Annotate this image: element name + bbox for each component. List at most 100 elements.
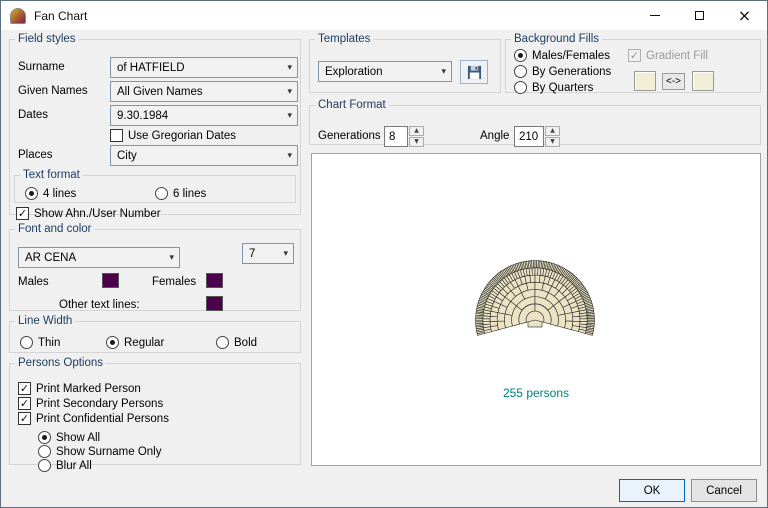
places-value: City <box>117 149 137 162</box>
maximize-icon <box>695 11 704 20</box>
places-select[interactable]: City ▾ <box>110 145 298 166</box>
line-width-label: Line Width <box>18 315 73 327</box>
places-label: Places <box>18 149 53 161</box>
persons-count-value: 255 <box>502 386 523 400</box>
persons-options-label: Persons Options <box>18 357 104 369</box>
checkbox-check-icon: ✓ <box>16 207 29 220</box>
radio-dot <box>514 49 527 62</box>
text-format-4-lines-radio[interactable]: 4 lines <box>25 187 76 200</box>
minimize-icon <box>649 15 660 16</box>
line-width-bold-label: Bold <box>234 336 258 349</box>
fill-color-2-swatch[interactable] <box>692 71 714 91</box>
print-marked-person-checkbox[interactable]: ✓ Print Marked Person <box>18 382 141 395</box>
chart-preview-panel: 255 persons <box>311 153 761 466</box>
blur-all-radio[interactable]: Blur All <box>38 459 92 472</box>
radio-dot <box>38 445 51 458</box>
swap-colors-button[interactable]: <-> <box>662 73 686 90</box>
surname-label: Surname <box>18 61 65 73</box>
radio-dot <box>155 187 168 200</box>
print-confidential-persons-checkbox[interactable]: ✓ Print Confidential Persons <box>18 412 169 425</box>
angle-down-button[interactable]: ▼ <box>545 137 560 147</box>
line-width-bold-radio[interactable]: Bold <box>216 336 257 349</box>
by-generations-radio[interactable]: By Generations <box>514 65 611 78</box>
given-names-select[interactable]: All Given Names ▾ <box>110 81 298 102</box>
print-confidential-persons-label: Print Confidential Persons <box>36 412 169 425</box>
minimize-button[interactable] <box>632 1 677 30</box>
text-format-6-lines-label: 6 lines <box>173 187 207 200</box>
checkbox-check-icon: ✓ <box>18 382 31 395</box>
males-color-swatch[interactable] <box>102 273 119 288</box>
females-label: Females <box>152 276 197 288</box>
angle-up-button[interactable]: ▲ <box>545 126 560 136</box>
show-surname-only-radio[interactable]: Show Surname Only <box>38 445 161 458</box>
save-template-button[interactable] <box>460 60 488 84</box>
up-arrow-icon: ▲ <box>550 127 555 134</box>
radio-dot <box>38 459 51 472</box>
checkbox-box <box>110 129 123 142</box>
close-button[interactable]: × <box>722 1 767 30</box>
females-color-swatch[interactable] <box>206 273 223 288</box>
males-females-label: Males/Females <box>532 49 610 62</box>
print-secondary-persons-checkbox[interactable]: ✓ Print Secondary Persons <box>18 397 163 410</box>
persons-count: 255 persons <box>312 386 760 400</box>
angle-input[interactable]: 210 <box>514 126 544 147</box>
dates-select[interactable]: 9.30.1984 ▾ <box>110 105 298 126</box>
other-text-lines-color-swatch[interactable] <box>206 296 223 311</box>
ok-button[interactable]: OK <box>619 479 685 502</box>
gradient-fill-label: Gradient Fill <box>646 49 708 62</box>
chart-format-label: Chart Format <box>318 99 386 111</box>
down-arrow-icon: ▼ <box>414 138 419 145</box>
font-and-color-group: Font and color AR CENA ▾ 7 ▾ Males Femal… <box>9 223 301 311</box>
surname-select[interactable]: of HATFIELD ▾ <box>110 57 298 78</box>
by-generations-label: By Generations <box>532 65 612 78</box>
generations-down-button[interactable]: ▼ <box>409 137 424 147</box>
radio-dot <box>20 336 33 349</box>
radio-dot <box>38 431 51 444</box>
radio-dot <box>514 65 527 78</box>
save-icon <box>467 65 481 79</box>
font-size-value: 7 <box>249 247 256 260</box>
radio-dot <box>106 336 119 349</box>
background-fills-group: Background Fills Males/Females By Genera… <box>505 33 761 94</box>
radio-dot <box>514 81 527 94</box>
generations-label: Generations <box>318 130 381 142</box>
maximize-button[interactable] <box>677 1 722 30</box>
generations-spinner: 8 ▲ ▼ <box>384 126 424 148</box>
show-ahn-user-number-checkbox[interactable]: ✓ Show Ahn./User Number <box>16 207 161 220</box>
cancel-button[interactable]: Cancel <box>691 479 757 502</box>
caption-buttons: × <box>632 1 767 30</box>
print-marked-person-label: Print Marked Person <box>36 382 141 395</box>
show-all-radio[interactable]: Show All <box>38 431 100 444</box>
fill-color-1-swatch[interactable] <box>634 71 656 91</box>
show-all-label: Show All <box>56 431 101 444</box>
templates-select[interactable]: Exploration ▾ <box>318 61 452 82</box>
checkbox-check-icon: ✓ <box>18 412 31 425</box>
font-size-select[interactable]: 7 ▾ <box>242 243 294 264</box>
window-title: Fan Chart <box>34 8 88 23</box>
chevron-down-icon: ▾ <box>169 252 174 263</box>
line-width-regular-radio[interactable]: Regular <box>106 336 164 349</box>
checkbox-check-icon: ✓ <box>628 49 641 62</box>
font-select[interactable]: AR CENA ▾ <box>18 247 180 268</box>
font-and-color-label: Font and color <box>18 223 92 235</box>
use-gregorian-dates-checkbox[interactable]: Use Gregorian Dates <box>110 129 236 142</box>
persons-options-group: Persons Options ✓ Print Marked Person ✓ … <box>9 357 301 472</box>
gradient-fill-checkbox[interactable]: ✓ Gradient Fill <box>628 49 708 62</box>
generations-up-button[interactable]: ▲ <box>409 126 424 136</box>
surname-value: of HATFIELD <box>117 61 185 74</box>
chart-format-group: Chart Format Generations 8 ▲ ▼ Angle 210… <box>309 99 761 148</box>
close-icon: × <box>737 5 752 25</box>
text-format-6-lines-radio[interactable]: 6 lines <box>155 187 206 200</box>
generations-input[interactable]: 8 <box>384 126 408 147</box>
males-females-radio[interactable]: Males/Females <box>514 49 610 62</box>
font-value: AR CENA <box>25 251 77 264</box>
angle-label: Angle <box>480 130 510 142</box>
persons-count-unit: persons <box>526 386 570 400</box>
dates-value: 9.30.1984 <box>117 109 169 122</box>
templates-value: Exploration <box>325 65 383 78</box>
templates-group: Templates Exploration ▾ <box>309 33 501 93</box>
line-width-thin-radio[interactable]: Thin <box>20 336 60 349</box>
by-quarters-radio[interactable]: By Quarters <box>514 81 593 94</box>
given-names-value: All Given Names <box>117 85 203 98</box>
line-width-regular-label: Regular <box>124 336 165 349</box>
